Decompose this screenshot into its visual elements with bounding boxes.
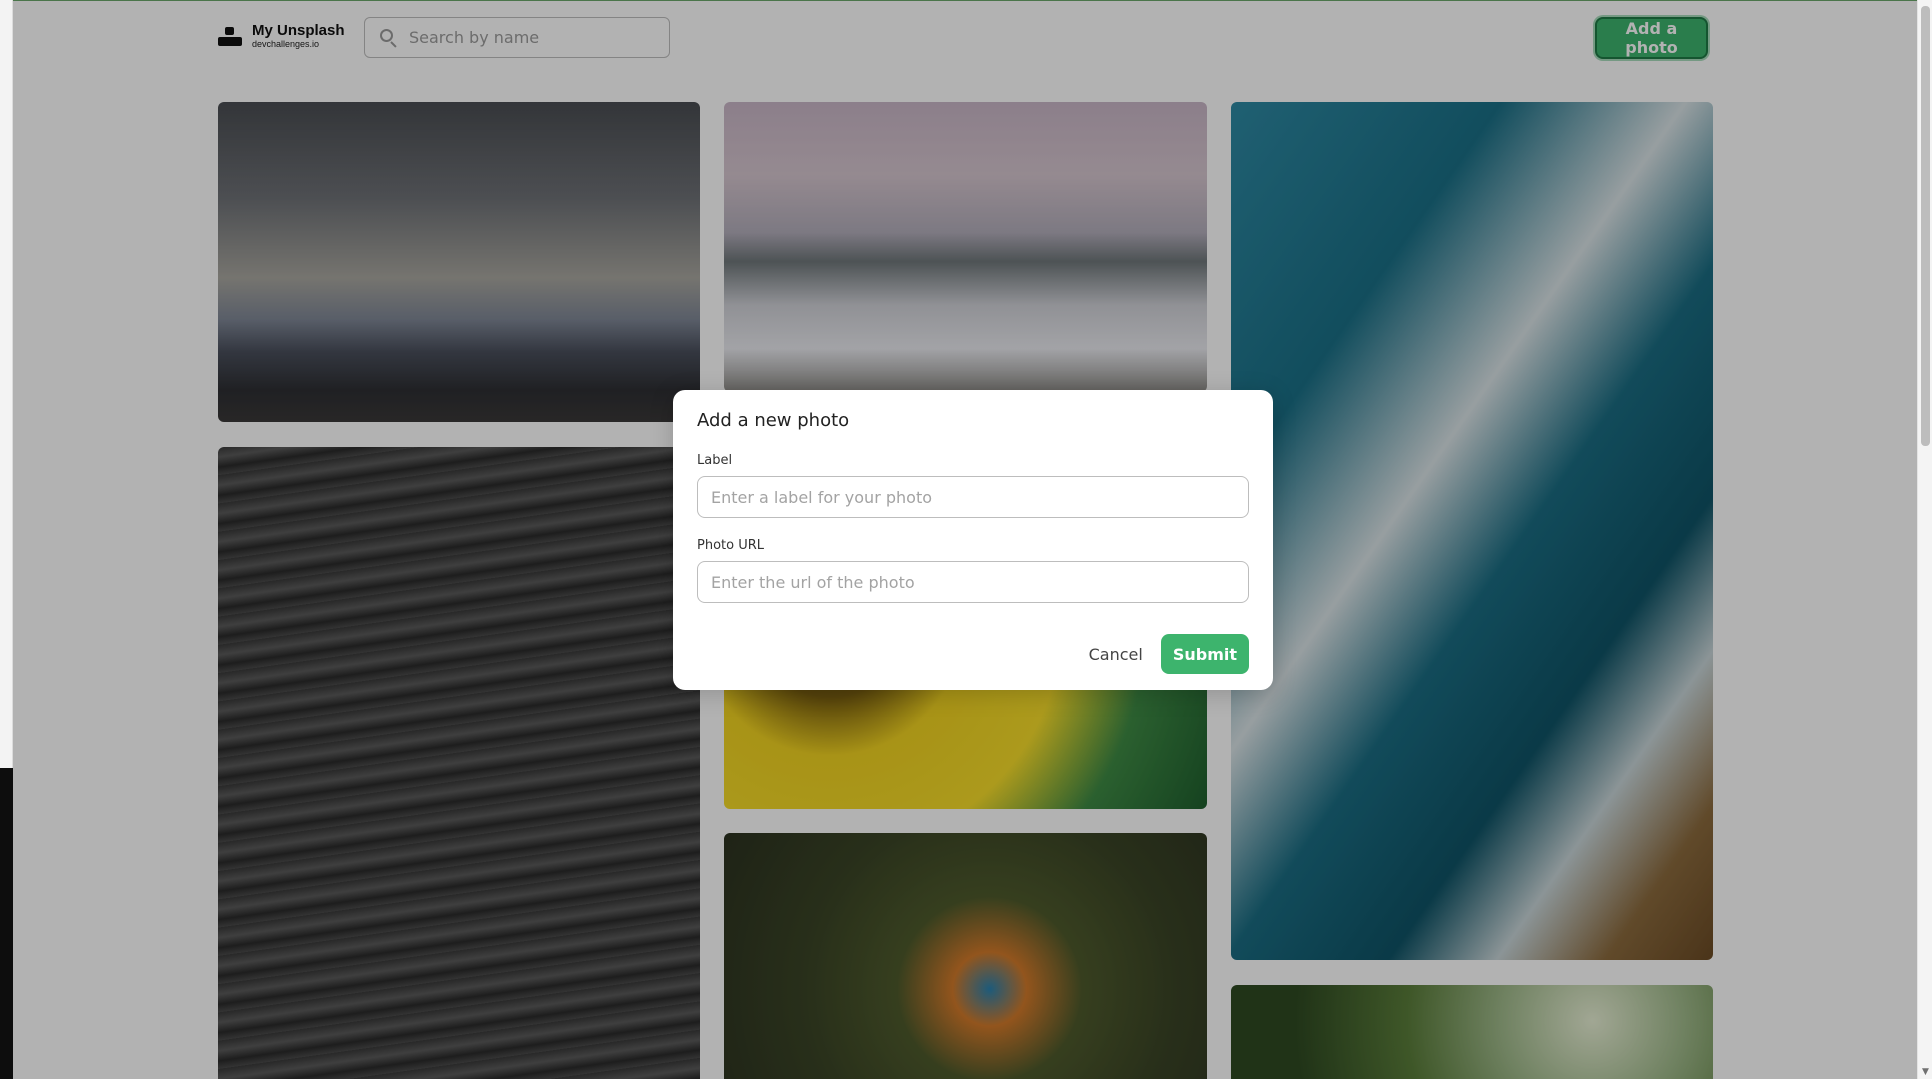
scrollbar-thumb[interactable] bbox=[1921, 6, 1930, 446]
left-edge-strip bbox=[0, 0, 13, 1079]
left-edge-dark-region bbox=[0, 768, 13, 1079]
submit-button[interactable]: Submit bbox=[1160, 634, 1249, 674]
add-photo-modal: Add a new photo Label Photo URL Cancel S… bbox=[673, 390, 1273, 690]
modal-title: Add a new photo bbox=[697, 410, 850, 431]
label-input[interactable] bbox=[697, 476, 1249, 518]
photo-url-input[interactable] bbox=[697, 561, 1249, 603]
url-field-label: Photo URL bbox=[697, 538, 765, 553]
label-field-label: Label bbox=[697, 453, 733, 468]
scroll-down-arrow-icon[interactable]: ▼ bbox=[1920, 1067, 1931, 1077]
modal-actions: Cancel Submit bbox=[1089, 634, 1249, 674]
cancel-button[interactable]: Cancel bbox=[1089, 645, 1143, 664]
page-scrollbar[interactable]: ▼ bbox=[1917, 0, 1932, 1079]
